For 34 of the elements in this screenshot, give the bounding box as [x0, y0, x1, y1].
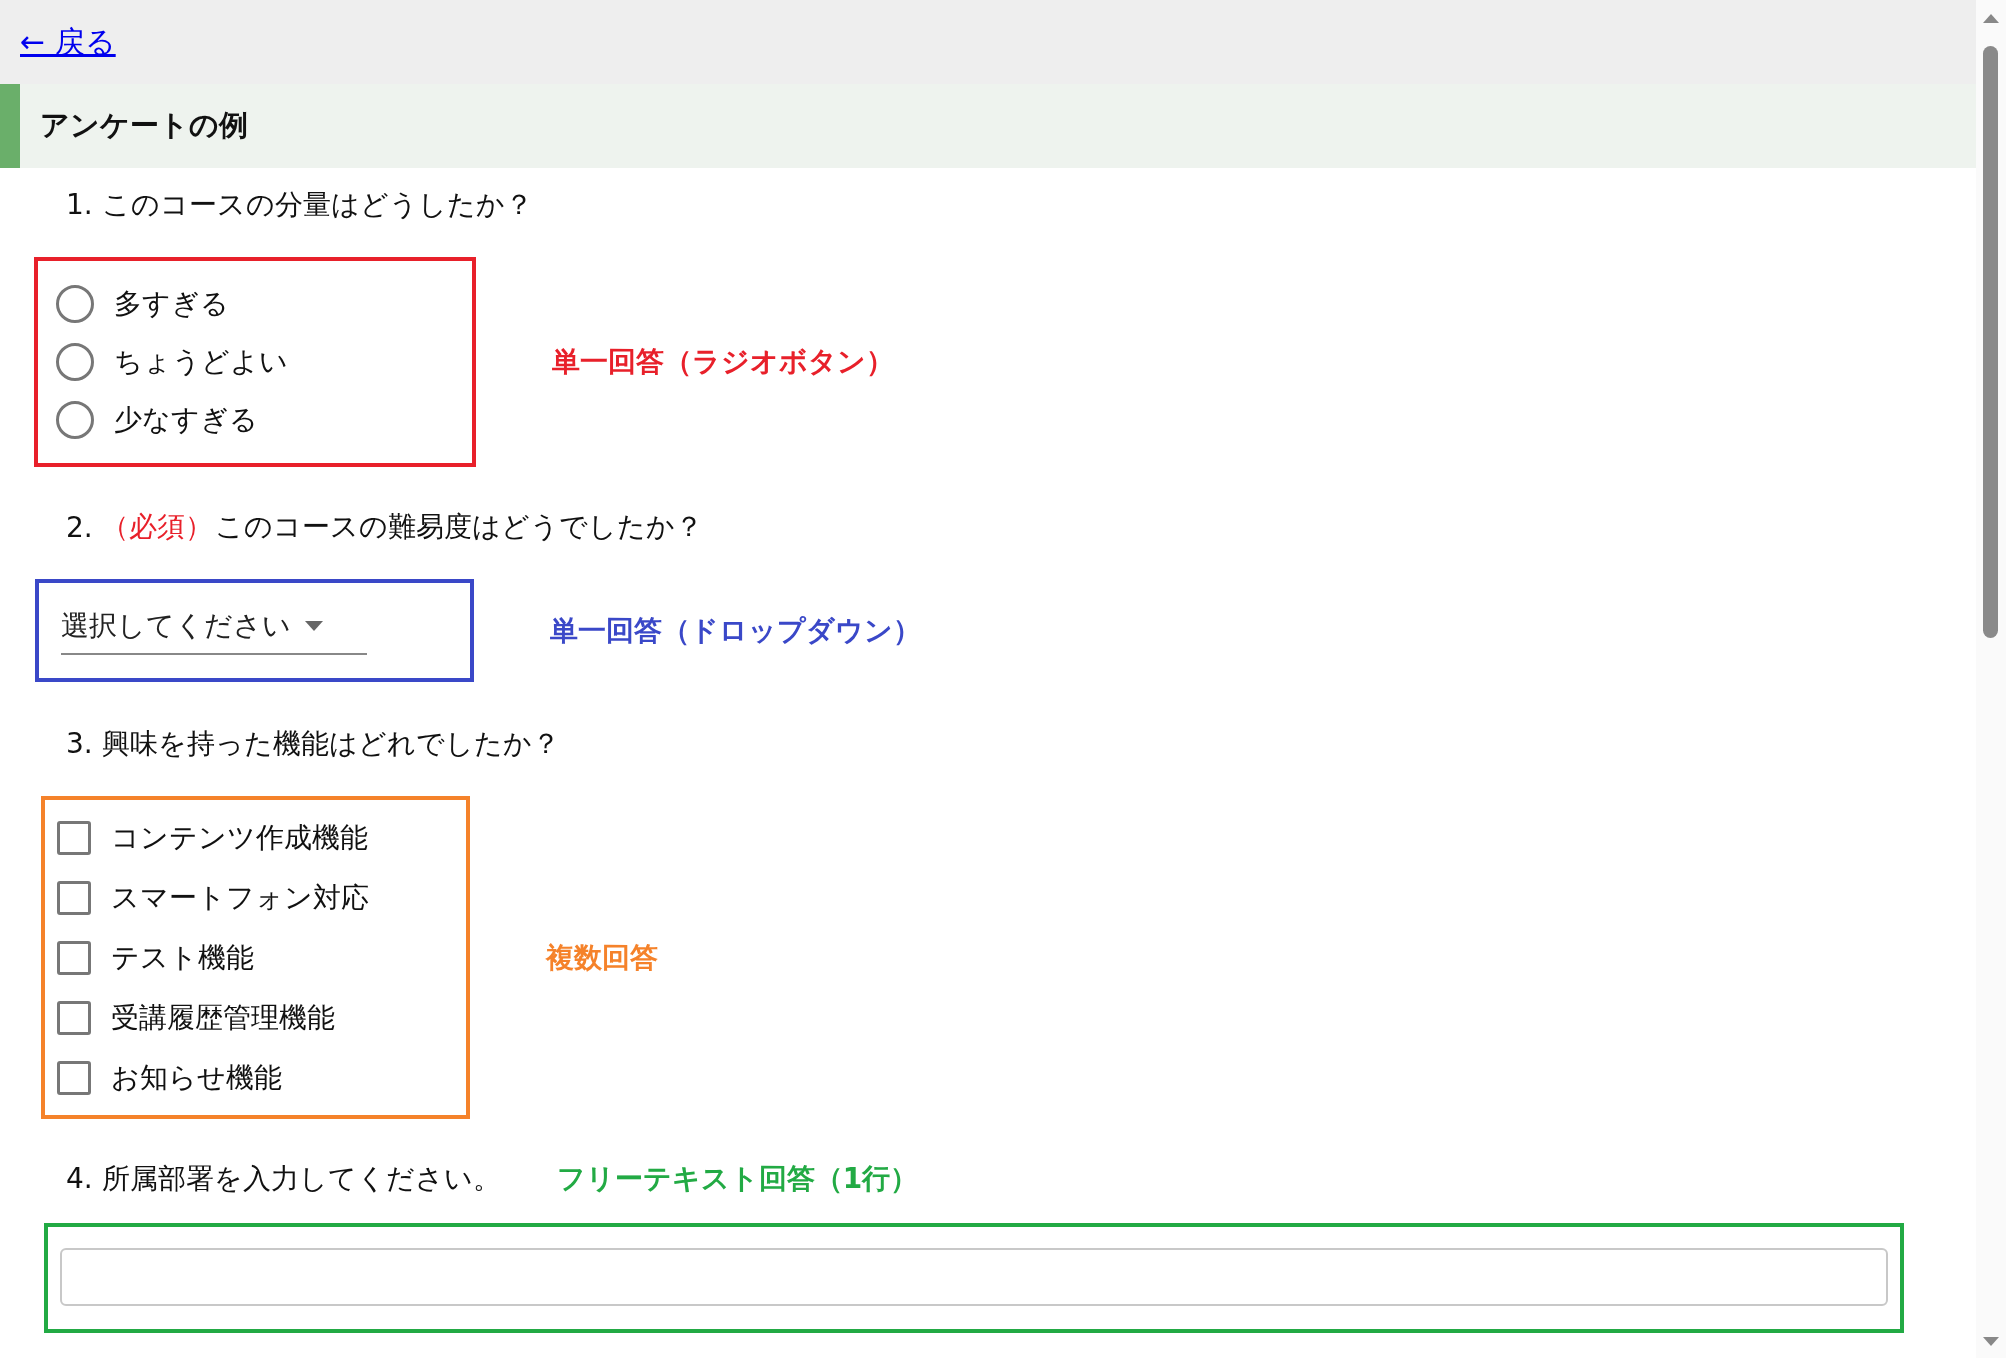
caret-icon [305, 621, 323, 631]
required-label: （必須） [100, 509, 213, 545]
question-text: 1. このコースの分量はどうしたか？ [66, 187, 533, 223]
option-label[interactable]: 受講履歴管理機能 [111, 999, 335, 1037]
radio-button[interactable] [56, 401, 94, 439]
option-label[interactable]: 多すぎる [114, 285, 229, 323]
scroll-up-icon[interactable] [1983, 14, 1999, 23]
select-dropdown[interactable]: 選択してください [61, 599, 367, 655]
question-text: 2. [66, 510, 93, 544]
page-title: アンケートの例 [40, 107, 248, 144]
option-label[interactable]: ちょうどよい [114, 343, 288, 381]
annotation-label: 単一回答（ラジオボタン） [552, 344, 894, 380]
radio-button[interactable] [56, 343, 94, 381]
checkbox[interactable] [57, 881, 91, 915]
radio-button[interactable] [56, 285, 94, 323]
annotation-label: フリーテキスト回答（1行） [556, 1161, 919, 1197]
checkbox[interactable] [57, 1001, 91, 1035]
annotation-label: 単一回答（ドロップダウン） [550, 612, 921, 649]
option-label[interactable]: お知らせ機能 [111, 1059, 282, 1097]
question-text: このコースの難易度はどうでしたか？ [214, 509, 703, 545]
question-text: 4. 所属部署を入力してください。 [66, 1161, 501, 1197]
question-text: 3. 興味を持った機能はどれでしたか？ [66, 726, 560, 762]
option-label[interactable]: テスト機能 [111, 939, 254, 977]
checkbox[interactable] [57, 821, 91, 855]
text-input-field[interactable] [60, 1248, 1888, 1306]
scroll-down-icon[interactable] [1983, 1337, 1999, 1346]
option-label[interactable]: スマートフォン対応 [111, 879, 369, 917]
checkbox[interactable] [57, 941, 91, 975]
checkbox[interactable] [57, 1061, 91, 1095]
back-link[interactable]: ← 戻る [20, 21, 116, 63]
scrollbar-thumb[interactable] [1983, 46, 1998, 638]
option-label[interactable]: コンテンツ作成機能 [111, 819, 368, 857]
annotation-label: 複数回答 [546, 939, 658, 976]
option-label[interactable]: 少なすぎる [114, 401, 258, 439]
